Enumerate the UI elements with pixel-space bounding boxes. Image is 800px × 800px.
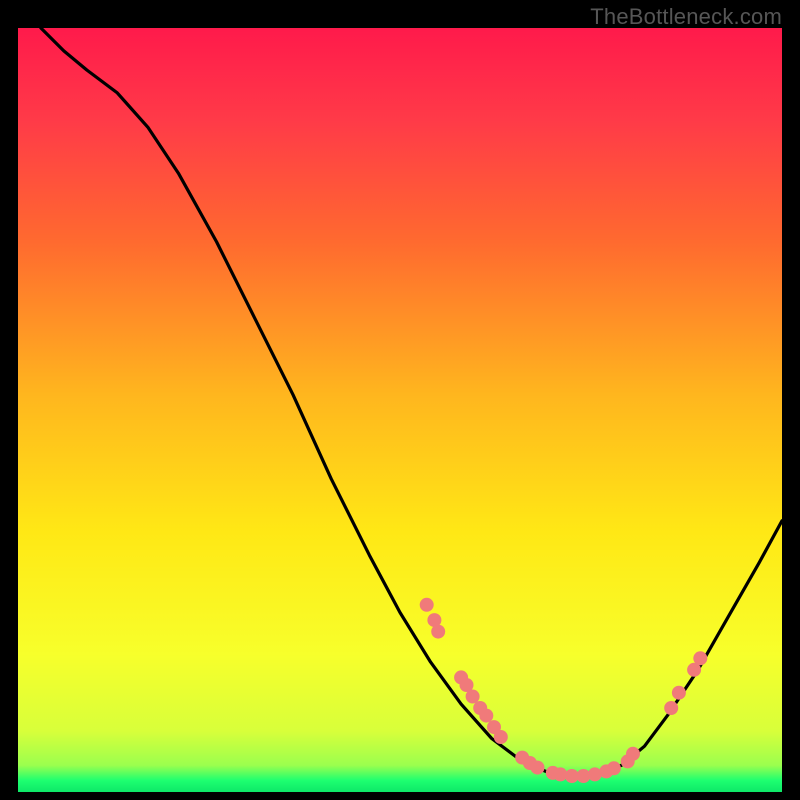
data-point [531,761,545,775]
data-point [664,701,678,715]
data-point [494,730,508,744]
data-point [420,598,434,612]
data-point [431,625,445,639]
data-point [607,761,621,775]
watermark-text: TheBottleneck.com [590,4,782,30]
data-point [672,686,686,700]
data-point [693,651,707,665]
gradient-background [18,28,782,792]
chart-frame [18,28,782,792]
data-point [466,690,480,704]
chart-svg [18,28,782,792]
data-point [479,709,493,723]
data-point [626,747,640,761]
